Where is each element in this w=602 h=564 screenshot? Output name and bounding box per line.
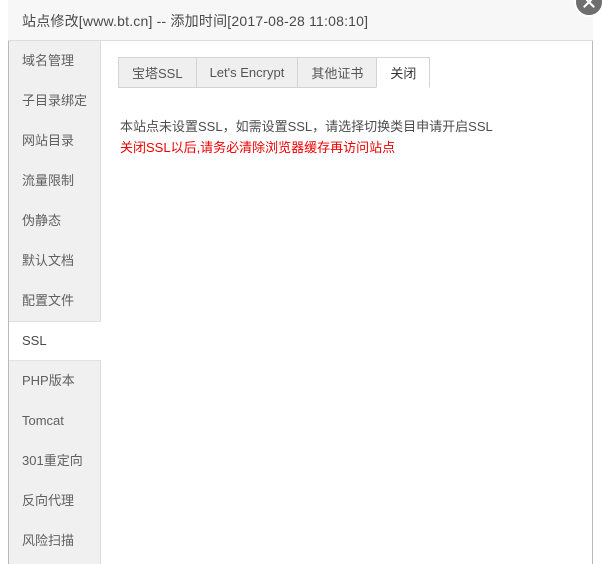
tab-lets-encrypt[interactable]: Let's Encrypt bbox=[195, 57, 298, 88]
dialog-title: 站点修改[www.bt.cn] -- 添加时间[2017-08-28 11:08… bbox=[22, 13, 369, 29]
sidebar-item-label: 301重定向 bbox=[22, 453, 83, 468]
tab-panel-close-ssl: 本站点未设置SSL，如需设置SSL，请选择切换类目申请开启SSL 关闭SSL以后… bbox=[120, 116, 560, 158]
sidebar-item-label: 流量限制 bbox=[22, 173, 75, 188]
sidebar-item-label: 配置文件 bbox=[22, 293, 75, 308]
sidebar-item-rewrite[interactable]: 伪静态 bbox=[9, 201, 100, 241]
sidebar-item-label: 伪静态 bbox=[22, 213, 62, 228]
sidebar-item-ssl[interactable]: SSL bbox=[9, 321, 101, 361]
sidebar-item-label: SSL bbox=[22, 333, 47, 348]
sidebar-item-site-directory[interactable]: 网站目录 bbox=[9, 121, 100, 161]
sidebar-item-tomcat[interactable]: Tomcat bbox=[9, 401, 100, 441]
sidebar-item-label: PHP版本 bbox=[22, 373, 75, 388]
sidebar-item-301-redirect[interactable]: 301重定向 bbox=[9, 441, 100, 481]
ssl-status-text: 本站点未设置SSL，如需设置SSL，请选择切换类目申请开启SSL bbox=[120, 119, 493, 134]
dialog-right-border bbox=[592, 0, 593, 564]
sidebar-item-label: 网站目录 bbox=[22, 133, 75, 148]
tab-label: Let's Encrypt bbox=[209, 65, 285, 80]
sidebar-item-reverse-proxy[interactable]: 反向代理 bbox=[9, 481, 100, 521]
sidebar-item-label: 默认文档 bbox=[22, 253, 75, 268]
sidebar-item-label: Tomcat bbox=[22, 413, 64, 428]
sidebar-item-default-document[interactable]: 默认文档 bbox=[9, 241, 100, 281]
sidebar: 域名管理 子目录绑定 网站目录 流量限制 伪静态 默认文档 配置文件 SSL P… bbox=[9, 41, 101, 564]
main-panel: 宝塔SSL Let's Encrypt 其他证书 关闭 本站点未设置SSL，如需… bbox=[102, 41, 592, 564]
dialog-titlebar: 站点修改[www.bt.cn] -- 添加时间[2017-08-28 11:08… bbox=[8, 0, 593, 41]
sidebar-item-traffic-limit[interactable]: 流量限制 bbox=[9, 161, 100, 201]
tab-bar: 宝塔SSL Let's Encrypt 其他证书 关闭 bbox=[118, 57, 431, 88]
tab-label: 宝塔SSL bbox=[132, 66, 183, 81]
sidebar-item-label: 域名管理 bbox=[22, 53, 75, 68]
sidebar-item-label: 反向代理 bbox=[22, 493, 75, 508]
close-icon[interactable] bbox=[574, 0, 602, 17]
sidebar-item-config-file[interactable]: 配置文件 bbox=[9, 281, 100, 321]
tab-other-cert[interactable]: 其他证书 bbox=[297, 57, 377, 88]
sidebar-item-label: 子目录绑定 bbox=[22, 93, 88, 108]
ssl-warning-text: 关闭SSL以后,请务必清除浏览器缓存再访问站点 bbox=[120, 140, 396, 155]
site-modify-dialog: 站点修改[www.bt.cn] -- 添加时间[2017-08-28 11:08… bbox=[0, 0, 602, 564]
tab-label: 其他证书 bbox=[311, 66, 364, 81]
sidebar-item-risk-scan[interactable]: 风险扫描 bbox=[9, 521, 100, 561]
tab-label: 关闭 bbox=[390, 66, 417, 81]
sidebar-item-php-version[interactable]: PHP版本 bbox=[9, 361, 100, 401]
tab-bt-ssl[interactable]: 宝塔SSL bbox=[118, 57, 196, 88]
sidebar-item-label: 风险扫描 bbox=[22, 533, 75, 548]
sidebar-item-subdirectory-bind[interactable]: 子目录绑定 bbox=[9, 81, 100, 121]
tab-close-ssl[interactable]: 关闭 bbox=[376, 57, 431, 88]
sidebar-item-domain-management[interactable]: 域名管理 bbox=[9, 41, 100, 81]
